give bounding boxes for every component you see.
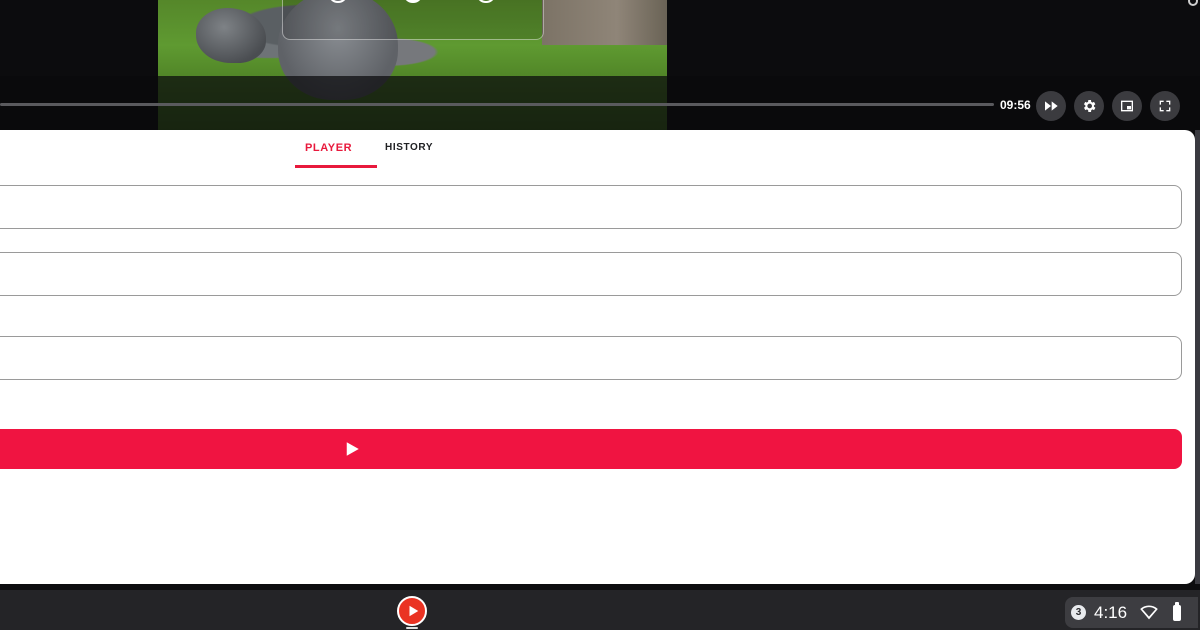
video-scene-wall xyxy=(542,0,667,45)
clock: 4:16 xyxy=(1094,602,1128,622)
video-scene-rock xyxy=(196,8,266,63)
replay-icon[interactable] xyxy=(328,0,348,3)
play-pause-icon[interactable] xyxy=(403,0,423,3)
forward-icon[interactable] xyxy=(476,0,496,3)
input-field-1[interactable] xyxy=(0,185,1182,229)
play-icon xyxy=(346,442,359,456)
video-overlay-controls xyxy=(282,0,544,40)
video-player[interactable]: 09:56 xyxy=(0,0,1200,130)
tab-player[interactable]: Player xyxy=(295,142,377,168)
main-panel: Player History xyxy=(0,130,1195,584)
scrollbar[interactable] xyxy=(1195,130,1200,584)
status-tray[interactable]: 3 4:16 xyxy=(1065,597,1198,628)
os-shelf xyxy=(0,590,1200,630)
player-controls-bar: 09:56 xyxy=(0,76,1200,130)
picture-in-picture-button[interactable] xyxy=(1112,91,1142,121)
play-button[interactable] xyxy=(0,429,1182,469)
wifi-icon xyxy=(1140,604,1158,619)
fast-forward-button[interactable] xyxy=(1036,91,1066,121)
tab-history[interactable]: History xyxy=(385,142,445,168)
fast-forward-icon xyxy=(1045,101,1058,111)
battery-icon xyxy=(1173,601,1182,621)
shelf-app-running-indicator xyxy=(406,627,418,629)
seek-bar[interactable] xyxy=(0,103,994,106)
fullscreen-icon xyxy=(1159,100,1171,112)
notification-badge[interactable]: 3 xyxy=(1071,605,1086,620)
fullscreen-button[interactable] xyxy=(1150,91,1180,121)
gear-icon xyxy=(1083,100,1096,112)
current-time: 09:56 xyxy=(1000,98,1031,112)
input-field-2[interactable] xyxy=(0,252,1182,296)
corner-icon xyxy=(1188,0,1198,6)
play-circle-icon xyxy=(409,605,419,617)
settings-button[interactable] xyxy=(1074,91,1104,121)
input-field-3[interactable] xyxy=(0,336,1182,380)
picture-in-picture-icon xyxy=(1121,100,1133,112)
shelf-app-player[interactable] xyxy=(397,596,427,626)
